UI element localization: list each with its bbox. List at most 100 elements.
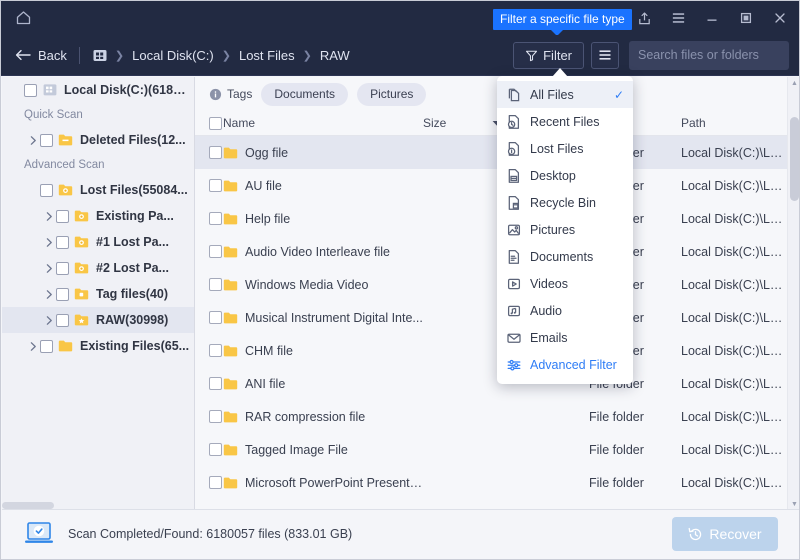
tree-expander-down-icon[interactable]	[10, 83, 24, 97]
tree-expander-right-icon[interactable]	[42, 287, 56, 301]
row-checkbox[interactable]	[209, 476, 222, 489]
sidebar-tree-item[interactable]: RAW(30998)	[2, 307, 194, 333]
row-checkbox-cell[interactable]	[195, 146, 223, 159]
dropdown-item-pictures[interactable]: Pictures	[497, 216, 633, 243]
row-checkbox[interactable]	[209, 245, 222, 258]
search-input[interactable]	[638, 48, 799, 62]
dropdown-item-advanced-filter[interactable]: Advanced Filter	[497, 351, 633, 378]
row-checkbox[interactable]	[209, 212, 222, 225]
tree-expander-down-icon[interactable]	[26, 183, 40, 197]
breadcrumb-item-1[interactable]: Lost Files	[237, 48, 297, 63]
column-header-name[interactable]: Name	[223, 116, 423, 130]
file-list-scrollbar[interactable]: ▲ ▼	[787, 77, 800, 511]
row-checkbox-cell[interactable]	[195, 476, 223, 489]
documents-icon	[506, 249, 522, 265]
dropdown-item-recent-files[interactable]: Recent Files	[497, 108, 633, 135]
dropdown-item-emails[interactable]: Emails	[497, 324, 633, 351]
search-box[interactable]	[629, 41, 789, 70]
row-checkbox[interactable]	[209, 146, 222, 159]
sidebar-tree-item-label: RAW(30998)	[96, 313, 168, 327]
close-button[interactable]	[763, 1, 797, 35]
minimize-button[interactable]	[695, 1, 729, 35]
row-checkbox-cell[interactable]	[195, 443, 223, 456]
sidebar-tree-item[interactable]: Local Disk(C:)(6180057)	[2, 77, 194, 103]
scroll-up-arrow[interactable]: ▲	[788, 77, 800, 90]
dropdown-item-desktop[interactable]: Desktop	[497, 162, 633, 189]
tree-expander-right-icon[interactable]	[42, 235, 56, 249]
sidebar-tree-item[interactable]: Deleted Files(12...	[2, 127, 194, 153]
row-checkbox-cell[interactable]	[195, 212, 223, 225]
row-checkbox[interactable]	[209, 278, 222, 291]
filter-dropdown-menu[interactable]: All Files✓Recent FilesLost FilesDesktopR…	[497, 76, 633, 384]
table-row[interactable]: Tagged Image FileFile folderLocal Disk(C…	[195, 433, 800, 466]
tree-item-checkbox[interactable]	[56, 210, 69, 223]
row-checkbox-cell[interactable]	[195, 410, 223, 423]
maximize-button[interactable]	[729, 1, 763, 35]
column-header-path[interactable]: Path	[681, 116, 800, 130]
row-checkbox[interactable]	[209, 377, 222, 390]
tree-expander-right-icon[interactable]	[42, 209, 56, 223]
dropdown-item-lost-files[interactable]: Lost Files	[497, 135, 633, 162]
row-checkbox[interactable]	[209, 344, 222, 357]
sidebar-scroll-thumb[interactable]	[2, 502, 54, 509]
scroll-thumb[interactable]	[790, 117, 799, 201]
select-all-checkbox[interactable]	[209, 117, 222, 130]
breadcrumb-item-0[interactable]: Local Disk(C:)	[130, 48, 216, 63]
row-checkbox[interactable]	[209, 179, 222, 192]
view-list-button[interactable]	[591, 42, 619, 69]
row-checkbox-cell[interactable]	[195, 344, 223, 357]
tag-chip-documents[interactable]: Documents	[261, 83, 348, 106]
recover-button[interactable]: Recover	[672, 517, 778, 551]
column-header-size[interactable]: Size	[423, 116, 483, 130]
dropdown-item-videos[interactable]: Videos	[497, 270, 633, 297]
cell-name: Musical Instrument Digital Inte...	[245, 311, 423, 325]
filter-button[interactable]: Filter	[513, 42, 584, 69]
dropdown-item-label: Advanced Filter	[530, 358, 617, 372]
row-checkbox-cell[interactable]	[195, 278, 223, 291]
tree-expander-right-icon[interactable]	[26, 339, 40, 353]
sidebar-tree[interactable]: Local Disk(C:)(6180057)Quick ScanDeleted…	[2, 77, 195, 511]
sidebar-tree-item[interactable]: #1 Lost Pa...	[2, 229, 194, 255]
row-checkbox-cell[interactable]	[195, 179, 223, 192]
dropdown-item-audio[interactable]: Audio	[497, 297, 633, 324]
sidebar-tree-item[interactable]: #2 Lost Pa...	[2, 255, 194, 281]
tree-item-checkbox[interactable]	[56, 288, 69, 301]
dropdown-item-documents[interactable]: Documents	[497, 243, 633, 270]
select-all-checkbox-cell[interactable]	[195, 117, 223, 130]
tree-item-checkbox[interactable]	[56, 236, 69, 249]
row-checkbox-cell[interactable]	[195, 245, 223, 258]
sidebar-tree-item[interactable]: Lost Files(55084...	[2, 177, 194, 203]
tree-item-checkbox[interactable]	[24, 84, 37, 97]
filter-label: Filter	[543, 48, 572, 63]
sidebar-tree-item[interactable]: Existing Files(65...	[2, 333, 194, 359]
tree-expander-right-icon[interactable]	[42, 261, 56, 275]
nav-divider	[79, 47, 80, 64]
home-button[interactable]	[1, 1, 45, 35]
menu-button[interactable]	[661, 1, 695, 35]
dropdown-item-all-files[interactable]: All Files✓	[497, 81, 633, 108]
tree-item-checkbox[interactable]	[40, 340, 53, 353]
sidebar-tree-item[interactable]: Tag files(40)	[2, 281, 194, 307]
breadcrumb-item-2[interactable]: RAW	[318, 48, 352, 63]
dropdown-item-recycle-bin[interactable]: Recycle Bin	[497, 189, 633, 216]
sidebar-horizontal-scrollbar[interactable]	[2, 501, 195, 509]
tree-expander-right-icon[interactable]	[42, 313, 56, 327]
row-checkbox-cell[interactable]	[195, 311, 223, 324]
row-checkbox[interactable]	[209, 443, 222, 456]
tree-item-checkbox[interactable]	[40, 134, 53, 147]
back-button[interactable]: Back	[15, 48, 67, 63]
tree-item-checkbox[interactable]	[56, 262, 69, 275]
row-checkbox[interactable]	[209, 311, 222, 324]
home-icon	[15, 10, 32, 26]
sidebar-tree-item[interactable]: Existing Pa...	[2, 203, 194, 229]
row-checkbox-cell[interactable]	[195, 377, 223, 390]
row-checkbox[interactable]	[209, 410, 222, 423]
table-row[interactable]: RAR compression fileFile folderLocal Dis…	[195, 400, 800, 433]
tree-expander-right-icon[interactable]	[26, 133, 40, 147]
table-row[interactable]: Microsoft PowerPoint Presenta...File fol…	[195, 466, 800, 499]
tree-item-checkbox[interactable]	[56, 314, 69, 327]
sidebar-tree-item-label: #1 Lost Pa...	[96, 235, 169, 249]
share-button[interactable]	[627, 1, 661, 35]
tree-item-checkbox[interactable]	[40, 184, 53, 197]
tag-chip-pictures[interactable]: Pictures	[357, 83, 426, 106]
